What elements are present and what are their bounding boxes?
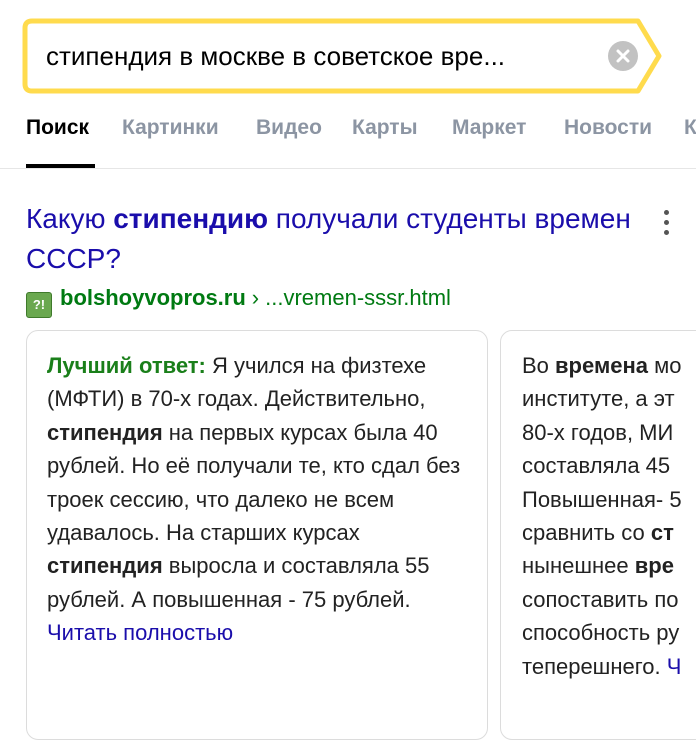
- search-input[interactable]: стипендия в москве в советское вре...: [46, 38, 602, 74]
- tab-more[interactable]: К: [684, 116, 696, 140]
- answer-text-2: Во времена мо институте, а эт 80-х годов…: [522, 353, 682, 679]
- search-tabs: Поиск Картинки Видео Карты Маркет Новост…: [0, 108, 696, 169]
- highlight: стипендия: [47, 419, 163, 445]
- highlight: стипендия: [47, 553, 163, 579]
- answer-card-2[interactable]: Во времена мо институте, а эт 80-х годов…: [500, 330, 696, 740]
- tab-news[interactable]: Новости: [564, 116, 652, 140]
- site-favicon-icon: ?!: [26, 292, 52, 318]
- tab-search[interactable]: Поиск: [26, 116, 89, 140]
- read-more-link-2[interactable]: Ч: [667, 654, 682, 679]
- clear-search-button[interactable]: [608, 41, 638, 71]
- answer-card[interactable]: Лучший ответ: Я учился на физтехе (МФТИ)…: [26, 330, 488, 740]
- active-tab-indicator: [26, 164, 95, 168]
- read-more-link[interactable]: Читать полностью: [47, 620, 233, 645]
- search-bar[interactable]: стипендия в москве в советское вре...: [22, 18, 662, 94]
- title-highlight: стипендию: [113, 203, 269, 234]
- result-title-link[interactable]: Какую стипендию получали студенты времен…: [26, 199, 646, 279]
- more-options-icon[interactable]: [656, 206, 676, 238]
- close-icon: [616, 49, 630, 63]
- tab-video[interactable]: Видео: [256, 116, 322, 140]
- site-path[interactable]: ...vremen-sssr.html: [265, 285, 451, 310]
- title-text: Какую: [26, 203, 114, 234]
- tab-maps[interactable]: Карты: [352, 116, 418, 140]
- best-answer-label: Лучший ответ:: [47, 353, 206, 378]
- result-url-row[interactable]: ?! bolshoyvopros.ru › ...vremen-sssr.html: [26, 282, 451, 318]
- tab-market[interactable]: Маркет: [452, 116, 526, 140]
- tab-images[interactable]: Картинки: [122, 116, 219, 140]
- breadcrumb-separator: ›: [251, 285, 260, 310]
- answer-text: Лучший ответ: Я учился на физтехе (МФТИ)…: [47, 353, 461, 646]
- site-domain[interactable]: bolshoyvopros.ru: [60, 285, 246, 310]
